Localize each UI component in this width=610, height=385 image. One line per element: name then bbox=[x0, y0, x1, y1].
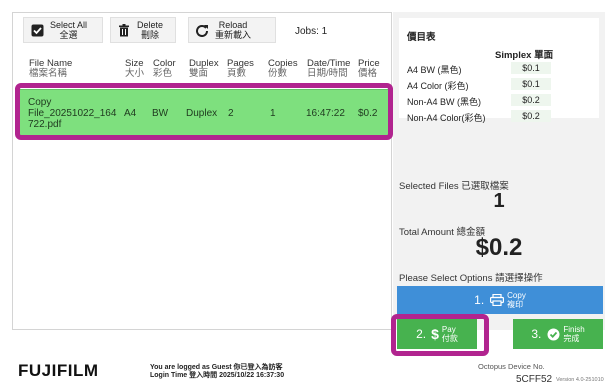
checkbox-icon bbox=[30, 23, 44, 37]
column-header-copies: Copies 份數 bbox=[268, 58, 298, 79]
copy-button[interactable]: 1. Copy 複印 bbox=[397, 286, 603, 314]
delete-label: Delete bbox=[137, 20, 164, 30]
column-header-size: Size 大小 bbox=[125, 58, 145, 79]
column-header-duplex: Duplex 雙面 bbox=[189, 58, 219, 79]
delete-label-zh: 刪除 bbox=[141, 30, 160, 40]
copy-label-zh: 複印 bbox=[507, 300, 524, 309]
reload-label-zh: 重新載入 bbox=[215, 30, 252, 40]
finish-button[interactable]: 3. Finish 完成 bbox=[513, 319, 603, 349]
device-number-label: Octopus Device No. bbox=[478, 362, 545, 371]
version-text: Version 4.0-251010 bbox=[556, 377, 604, 383]
price-table: 價目表 Simplex 單面 A4 BW (黑色) $0.1 A4 Color (… bbox=[399, 18, 599, 123]
price-row: A4 Color (彩色) $0.1 bbox=[407, 78, 597, 91]
table-header: File Name 檔案名稱 Size 大小 Color 彩色 Duplex 雙面 Pa… bbox=[13, 55, 391, 83]
check-circle-icon bbox=[547, 328, 560, 341]
column-header-color: Color 彩色 bbox=[153, 58, 176, 79]
row-highlight-outline bbox=[15, 83, 393, 140]
price-table-column-header: Simplex 單面 bbox=[495, 50, 554, 61]
trash-icon bbox=[117, 23, 131, 37]
toolbar: Select All 全選 Delete 刪除 Reload 重新載入 Jobs… bbox=[13, 13, 391, 49]
select-options-label: Please Select Options 請選擇操作 bbox=[399, 273, 543, 284]
printer-icon bbox=[490, 294, 505, 306]
footer: FUJIFILM You are logged as Guest 你已登入為訪客… bbox=[0, 355, 610, 385]
pay-button-highlight-outline bbox=[391, 314, 489, 356]
jobs-count: Jobs: 1 bbox=[295, 26, 328, 37]
price-table-title: 價目表 bbox=[407, 32, 436, 43]
finish-step-number: 3. bbox=[531, 327, 542, 341]
delete-button[interactable]: Delete 刪除 bbox=[110, 17, 176, 43]
device-number-value: 5CFF52 bbox=[516, 374, 553, 385]
summary-panel: 價目表 Simplex 單面 A4 BW (黑色) $0.1 A4 Color (… bbox=[393, 12, 605, 349]
finish-label: Finish bbox=[563, 325, 585, 334]
login-status: You are logged as Guest 你已登入為訪客 bbox=[150, 364, 283, 371]
column-header-price: Price 價格 bbox=[358, 58, 380, 79]
column-header-file-name: File Name 檔案名稱 bbox=[29, 58, 73, 79]
login-time: Login Time 登入時間 2025/10/22 16:37:30 bbox=[150, 372, 285, 379]
price-row: A4 BW (黑色) $0.1 bbox=[407, 62, 597, 75]
select-all-button[interactable]: Select All 全選 bbox=[23, 17, 103, 43]
reload-button[interactable]: Reload 重新載入 bbox=[188, 17, 276, 43]
copy-label: Copy bbox=[507, 291, 526, 300]
price-row: Non-A4 BW (黑色) $0.2 bbox=[407, 94, 597, 107]
copy-step-number: 1. bbox=[474, 293, 485, 307]
finish-label-zh: 完成 bbox=[563, 334, 580, 343]
fujifilm-logo: FUJIFILM bbox=[18, 361, 99, 380]
select-all-label: Select All bbox=[50, 20, 88, 30]
column-header-datetime: Date/Time 日期/時間 bbox=[307, 58, 351, 79]
print-job-panel: Select All 全選 Delete 刪除 Reload 重新載入 Jobs… bbox=[12, 12, 393, 330]
total-amount-value: $0.2 bbox=[475, 234, 523, 261]
selected-files-value: 1 bbox=[493, 190, 505, 212]
reload-label: Reload bbox=[218, 20, 248, 30]
refresh-icon bbox=[195, 23, 209, 37]
login-info: You are logged as Guest 你已登入為訪客 Login Ti… bbox=[150, 364, 284, 380]
select-all-label-zh: 全選 bbox=[59, 30, 78, 40]
column-header-pages: Pages 頁數 bbox=[227, 58, 254, 79]
price-row: Non-A4 Color(彩色) $0.2 bbox=[407, 110, 597, 123]
